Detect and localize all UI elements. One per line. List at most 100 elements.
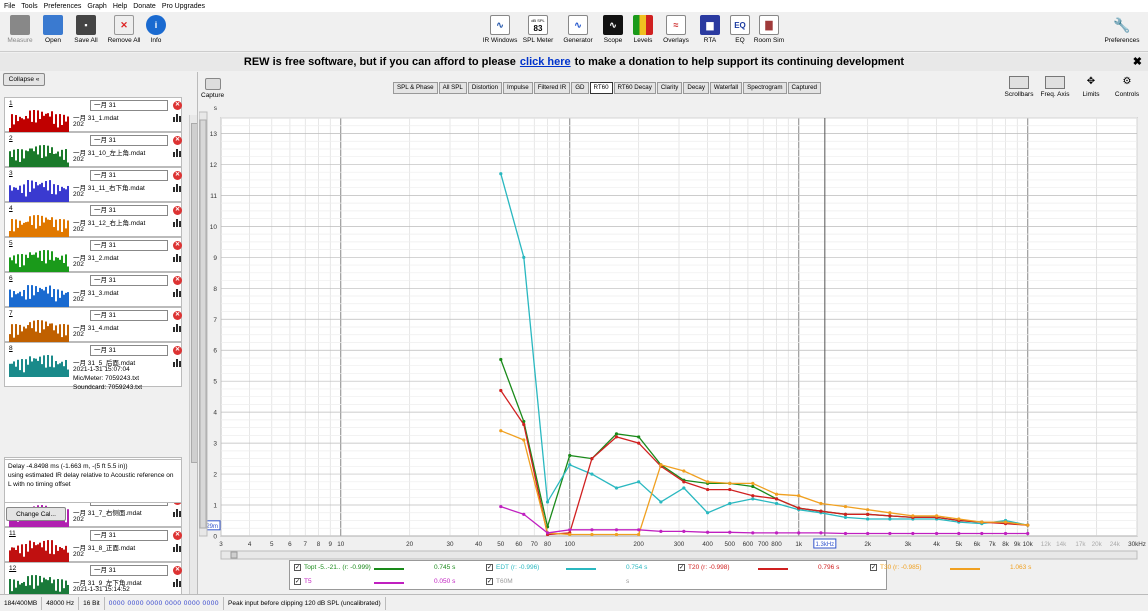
data-point bbox=[751, 484, 755, 489]
delete-measurement-icon[interactable]: ✕ bbox=[173, 566, 182, 575]
data-point bbox=[614, 432, 619, 436]
legend-item[interactable]: ✓ EDT (r: -0.996) bbox=[486, 564, 539, 571]
measurement-item[interactable]: 1 一月 31 ✕ 一月 31_1.mdat 202 bbox=[4, 97, 182, 132]
measurement-graph-icon[interactable] bbox=[173, 323, 182, 332]
ir-windows-button[interactable]: ∿ IR Windows bbox=[480, 15, 520, 44]
x-tick-label: 3k bbox=[905, 541, 913, 548]
measurement-item[interactable]: 3 一月 31 ✕ 一月 31_11_右下角.mdat 202 bbox=[4, 167, 182, 202]
save-all-button[interactable]: ▪ Save All bbox=[66, 15, 106, 44]
measurement-thumbnail bbox=[9, 355, 69, 377]
measurement-name-input[interactable]: 一月 31 bbox=[90, 170, 168, 181]
legend-checkbox[interactable]: ✓ bbox=[294, 564, 301, 571]
data-point bbox=[568, 453, 572, 458]
legend-checkbox[interactable]: ✓ bbox=[486, 578, 493, 585]
data-point bbox=[499, 172, 503, 176]
legend-checkbox[interactable]: ✓ bbox=[870, 564, 877, 571]
preferences-button[interactable]: 🔧 Preferences bbox=[1100, 15, 1144, 45]
rt60-chart[interactable]: 012345678910111213s3 4 5 6 7 8 9 10 20 30 40 50 60 70… bbox=[199, 72, 1148, 560]
menu-donate[interactable]: Donate bbox=[133, 3, 156, 10]
x-tick-label: 4 bbox=[248, 541, 252, 548]
data-point bbox=[682, 480, 686, 484]
measurement-name-input[interactable]: 一月 31 bbox=[90, 135, 168, 146]
delay-info: Delay -4.8498 ms (-1.663 m, -(5 ft 5.5 i… bbox=[4, 459, 182, 503]
delete-measurement-icon[interactable]: ✕ bbox=[173, 276, 182, 285]
measurement-item[interactable]: 12 一月 31 ✕ 一月 31_9_左下角.mdat 2021-1-31 15… bbox=[4, 562, 182, 594]
measurement-graph-icon[interactable] bbox=[173, 508, 182, 517]
measurement-date: 202 bbox=[73, 191, 84, 198]
delete-measurement-icon[interactable]: ✕ bbox=[173, 346, 182, 355]
status-message: Peak input before clipping 120 dB SPL (u… bbox=[224, 596, 386, 610]
data-point bbox=[866, 508, 870, 512]
x-tick-label: 500 bbox=[725, 541, 736, 548]
data-point bbox=[774, 497, 779, 501]
data-point bbox=[568, 528, 572, 532]
room-sim-button[interactable]: ▇ Room Sim bbox=[749, 15, 789, 44]
measurement-name-input[interactable]: 一月 31 bbox=[90, 275, 168, 286]
legend-item[interactable]: ✓ T30 (r: -0.985) bbox=[870, 564, 922, 571]
delete-measurement-icon[interactable]: ✕ bbox=[173, 311, 182, 320]
legend-checkbox[interactable]: ✓ bbox=[486, 564, 493, 571]
legend-item[interactable]: ✓ Topt -5..-21.. (r: -0.999) bbox=[294, 564, 371, 571]
measurement-item[interactable]: 11 一月 31 ✕ 一月 31_8_正面.mdat 202 bbox=[4, 527, 182, 562]
measurement-graph-icon[interactable] bbox=[173, 148, 182, 157]
legend-item[interactable]: ✓ T5 bbox=[294, 578, 313, 585]
measurement-item[interactable]: 6 一月 31 ✕ 一月 31_3.mdat 202 bbox=[4, 272, 182, 307]
data-point bbox=[1026, 523, 1030, 527]
legend-item[interactable]: ✓ T60M bbox=[486, 578, 514, 585]
delete-measurement-icon[interactable]: ✕ bbox=[173, 531, 182, 540]
data-point bbox=[751, 531, 755, 535]
legend-item[interactable]: ✓ T20 (r: -0.998) bbox=[678, 564, 730, 571]
measurement-item[interactable]: 2 一月 31 ✕ 一月 31_10_左上角.mdat 202 bbox=[4, 132, 182, 167]
measurement-item[interactable]: 5 一月 31 ✕ 一月 31_2.mdat 202 bbox=[4, 237, 182, 272]
measurement-graph-icon[interactable] bbox=[173, 288, 182, 297]
measurement-item[interactable]: 8 一月 31 ✕ 一月 31_5_后面.mdat 2021-1-31 15:0… bbox=[4, 342, 182, 391]
delete-measurement-icon[interactable]: ✕ bbox=[173, 171, 182, 180]
legend-checkbox[interactable]: ✓ bbox=[678, 564, 685, 571]
change-cal-button[interactable]: Change Cal... bbox=[6, 507, 66, 521]
left-scrollbar-thumb[interactable] bbox=[191, 123, 197, 463]
measurement-item[interactable]: 7 一月 31 ✕ 一月 31_4.mdat 202 bbox=[4, 307, 182, 342]
menu-file[interactable]: File bbox=[4, 3, 15, 10]
measurement-name-input[interactable]: 一月 31 bbox=[90, 530, 168, 541]
measurement-name-input[interactable]: 一月 31 bbox=[90, 345, 168, 356]
info-button[interactable]: i Info bbox=[136, 15, 176, 44]
measurement-name-input[interactable]: 一月 31 bbox=[90, 310, 168, 321]
measurement-graph-icon[interactable] bbox=[173, 183, 182, 192]
data-point bbox=[682, 529, 686, 533]
left-scrollbar[interactable] bbox=[189, 115, 197, 594]
x-tick-label: 2k bbox=[864, 541, 872, 548]
measurement-name-input[interactable]: 一月 31 bbox=[90, 100, 168, 111]
menu-pro-upgrades[interactable]: Pro Upgrades bbox=[162, 3, 205, 10]
close-icon[interactable]: ✖ bbox=[1133, 55, 1142, 68]
legend-value: 0.745 s bbox=[434, 564, 456, 571]
menu-preferences[interactable]: Preferences bbox=[44, 3, 82, 10]
measurement-number: 4 bbox=[9, 205, 13, 212]
delete-measurement-icon[interactable]: ✕ bbox=[173, 241, 182, 250]
measurement-graph-icon[interactable] bbox=[173, 578, 182, 587]
menu-help[interactable]: Help bbox=[113, 3, 127, 10]
measurement-graph-icon[interactable] bbox=[173, 358, 182, 367]
collapse-button[interactable]: Collapse « bbox=[3, 73, 45, 86]
delete-measurement-icon[interactable]: ✕ bbox=[173, 136, 182, 145]
measurement-graph-icon[interactable] bbox=[173, 543, 182, 552]
spl-meter-button[interactable]: dB SPL 83 SPL Meter bbox=[518, 15, 558, 44]
x-tick-label: 9 bbox=[329, 541, 333, 548]
donate-link[interactable]: click here bbox=[520, 56, 571, 68]
menu-tools[interactable]: Tools bbox=[21, 3, 37, 10]
measurement-name-input[interactable]: 一月 31 bbox=[90, 205, 168, 216]
measurement-graph-icon[interactable] bbox=[173, 253, 182, 262]
measurement-graph-icon[interactable] bbox=[173, 218, 182, 227]
legend-value: 0.796 s bbox=[818, 564, 840, 571]
delete-measurement-icon[interactable]: ✕ bbox=[173, 206, 182, 215]
measurement-name-input[interactable]: 一月 31 bbox=[90, 240, 168, 251]
data-point bbox=[774, 531, 779, 535]
generator-button[interactable]: ∿ Generator bbox=[558, 15, 598, 44]
delete-measurement-icon[interactable]: ✕ bbox=[173, 101, 182, 110]
spl-meter-icon: dB SPL 83 bbox=[528, 15, 548, 35]
legend-checkbox[interactable]: ✓ bbox=[294, 578, 301, 585]
measurement-name-input[interactable]: 一月 31 bbox=[90, 565, 168, 576]
x-tick-label: 30 bbox=[446, 541, 454, 548]
measurement-graph-icon[interactable] bbox=[173, 113, 182, 122]
menu-graph[interactable]: Graph bbox=[87, 3, 106, 10]
measurement-item[interactable]: 4 一月 31 ✕ 一月 31_12_右上角.mdat 202 bbox=[4, 202, 182, 237]
